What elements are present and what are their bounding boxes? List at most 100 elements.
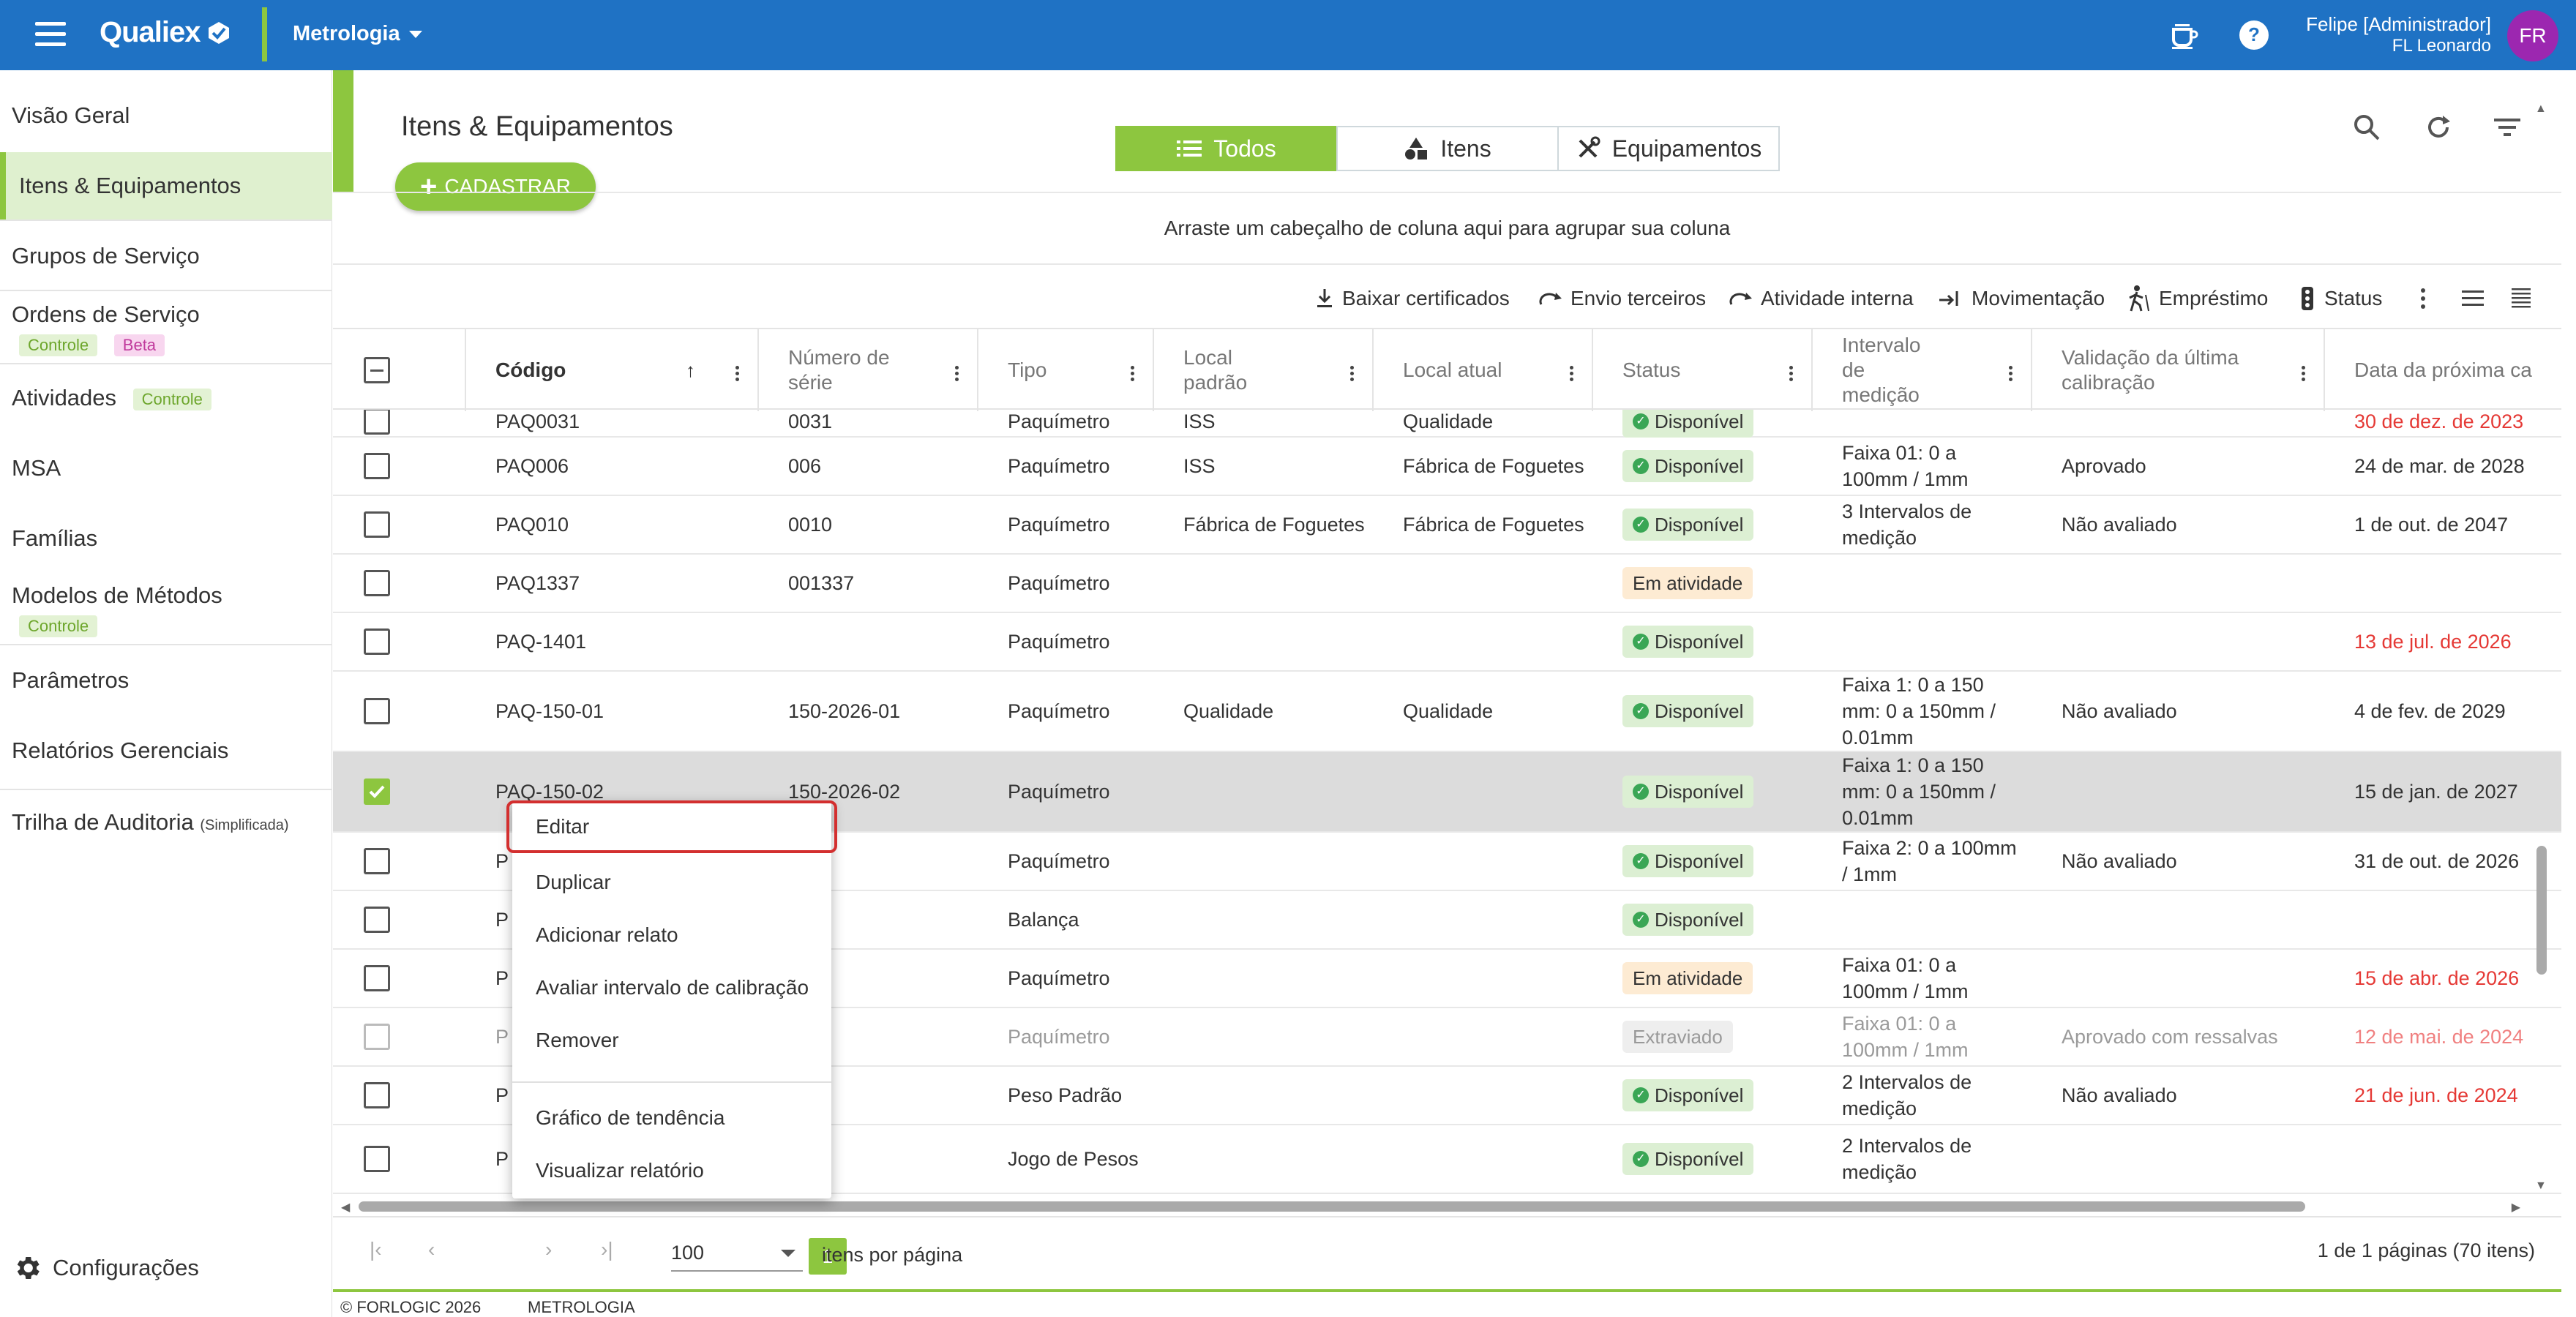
sidebar-item-grupos-servico[interactable]: Grupos de Serviço	[0, 243, 332, 269]
sidebar-item-itens-equipamentos[interactable]: Itens & Equipamentos	[0, 152, 332, 220]
sidebar-item-msa[interactable]: MSA	[0, 455, 332, 481]
tab-todos[interactable]: Todos	[1115, 126, 1338, 171]
tab-equipamentos[interactable]: Equipamentos	[1557, 126, 1780, 171]
column-menu-icon[interactable]	[735, 366, 740, 383]
sidebar-item-modelos-metodos[interactable]: Modelos de Métodos Controle	[0, 582, 332, 638]
row-checkbox[interactable]	[364, 848, 390, 874]
menu-item-adicionar-relato[interactable]: Adicionar relato	[512, 909, 831, 961]
row-checkbox[interactable]	[364, 907, 390, 933]
controle-tag: Controle	[132, 388, 211, 410]
module-selector[interactable]: Metrologia	[293, 22, 422, 46]
first-page-icon[interactable]: |‹	[370, 1238, 382, 1261]
menu-item-remover[interactable]: Remover	[512, 1014, 831, 1067]
row-checkbox[interactable]	[364, 570, 390, 596]
row-checkbox[interactable]	[364, 965, 390, 991]
avatar[interactable]: FR	[2507, 10, 2558, 61]
internal-activity-button[interactable]: Atividade interna	[1729, 284, 1914, 313]
menu-item-duplicar[interactable]: Duplicar	[512, 856, 831, 909]
sidebar-item-trilha-auditoria[interactable]: Trilha de Auditoria (Simplificada)	[0, 809, 332, 836]
density-dense-icon[interactable]	[2510, 284, 2532, 313]
download-certificates-button[interactable]: Baixar certificados	[1314, 284, 1510, 313]
column-header-numero-serie[interactable]: Número de série	[759, 329, 978, 411]
status-button[interactable]: Status	[2298, 284, 2382, 313]
sidebar-item-visao-geral[interactable]: Visão Geral	[0, 102, 332, 129]
sidebar-item-ordens-servico[interactable]: Ordens de Serviço Controle Beta	[0, 301, 332, 357]
menu-item-avaliar-intervalo[interactable]: Avaliar intervalo de calibração	[512, 961, 831, 1014]
movement-button[interactable]: Movimentação	[1938, 284, 2105, 313]
table-row[interactable]: PAQ006 006 Paquímetro ISS Fábrica de Foguete…	[333, 438, 2561, 496]
menu-item-editar[interactable]: Editar	[506, 800, 837, 853]
status-text: Disponível	[1655, 410, 1744, 432]
send-third-party-button[interactable]: Envio terceiros	[1538, 284, 1706, 313]
tab-itens[interactable]: Itens	[1336, 126, 1559, 171]
table-row[interactable]: PAQ-150-01 150-2026-01 Paquímetro Qualidade…	[333, 672, 2561, 752]
next-page-icon[interactable]: ›	[545, 1238, 552, 1261]
prev-page-icon[interactable]: ‹	[428, 1238, 435, 1261]
cell-interval	[1842, 555, 2025, 612]
loan-button[interactable]: Empréstimo	[2127, 284, 2268, 313]
column-menu-icon[interactable]	[1131, 366, 1135, 383]
row-checkbox[interactable]	[364, 1146, 390, 1172]
table-row[interactable]: PAQ0031 0031 Paquímetro ISS Qualidade ✓ Dispon…	[333, 410, 2561, 438]
column-header-proxima-data[interactable]: Data da próxima ca	[2325, 329, 2545, 411]
last-page-icon[interactable]: ›|	[601, 1238, 613, 1261]
column-header-status[interactable]: Status	[1593, 329, 1813, 411]
menu-item-visualizar-relatorio[interactable]: Visualizar relatório	[512, 1144, 831, 1197]
more-options-icon[interactable]	[2419, 284, 2427, 313]
density-compact-icon[interactable]	[2460, 284, 2485, 313]
sort-asc-icon[interactable]: ↑	[686, 358, 695, 383]
help-icon[interactable]: ?	[2236, 18, 2272, 53]
scroll-right-icon[interactable]: ▶	[2512, 1200, 2520, 1215]
app-logo[interactable]: Qualiex	[100, 16, 231, 49]
scroll-left-icon[interactable]: ◀	[341, 1200, 350, 1215]
hamburger-icon[interactable]	[35, 22, 66, 48]
row-checkbox[interactable]	[364, 698, 390, 724]
row-checkbox[interactable]	[364, 410, 390, 435]
column-header-codigo[interactable]: Código ↑	[466, 329, 759, 411]
column-menu-icon[interactable]	[1570, 366, 1574, 383]
user-info[interactable]: Felipe [Administrador] FL Leonardo	[2306, 13, 2491, 57]
column-header-local-padrao[interactable]: Local padrão	[1154, 329, 1374, 411]
table-row[interactable]: PAQ1337 001337 Paquímetro Em atividade	[333, 555, 2561, 613]
table-row[interactable]: PAQ-1401 Paquímetro ✓ Disponível 13 de jul. …	[333, 613, 2561, 672]
row-checkbox[interactable]	[364, 511, 390, 538]
scrollbar-thumb[interactable]	[359, 1201, 2305, 1212]
page-size-select[interactable]: 100	[671, 1235, 803, 1272]
table-row[interactable]: PAQ010 0010 Paquímetro Fábrica de Foguetes F…	[333, 496, 2561, 555]
row-checkbox[interactable]	[364, 1024, 390, 1050]
vertical-scrollbar[interactable]: ▲ ▼	[2534, 102, 2550, 1193]
refresh-icon[interactable]	[2422, 111, 2455, 143]
column-header-intervalo[interactable]: Intervalo de medição	[1813, 329, 2032, 411]
menu-item-grafico-tendencia[interactable]: Gráfico de tendência	[512, 1092, 831, 1144]
column-menu-icon[interactable]	[2009, 366, 2013, 383]
column-header-tipo[interactable]: Tipo	[978, 329, 1154, 411]
kebab-icon	[2421, 288, 2425, 309]
column-header-validacao[interactable]: Validação da última calibração	[2032, 329, 2325, 411]
settings-link[interactable]: Configurações	[12, 1253, 199, 1283]
column-menu-icon[interactable]	[955, 366, 959, 383]
row-checkbox[interactable]	[364, 629, 390, 655]
scrollbar-thumb[interactable]	[2536, 846, 2547, 975]
sidebar-item-atividades[interactable]: Atividades Controle	[0, 385, 332, 411]
cell-validation: Aprovado com ressalvas	[2062, 1008, 2325, 1065]
scroll-up-icon[interactable]: ▲	[2535, 102, 2547, 116]
sidebar: Visão Geral Itens & Equipamentos Grupos …	[0, 70, 332, 1317]
row-checkbox[interactable]	[364, 1082, 390, 1108]
column-menu-icon[interactable]	[1789, 366, 1794, 383]
row-checkbox[interactable]	[364, 453, 390, 479]
sidebar-item-parametros[interactable]: Parâmetros	[0, 667, 332, 694]
coffee-icon[interactable]	[2166, 18, 2201, 53]
group-by-drop-area[interactable]: Arraste um cabeçalho de coluna aqui para…	[333, 192, 2561, 265]
column-menu-icon[interactable]	[2302, 366, 2306, 383]
column-header-local-atual[interactable]: Local atual	[1374, 329, 1593, 411]
horizontal-scrollbar[interactable]: ◀ ▶	[337, 1198, 2525, 1215]
row-checkbox[interactable]	[364, 778, 390, 805]
select-all-checkbox[interactable]	[364, 357, 390, 383]
sidebar-item-relatorios[interactable]: Relatórios Gerenciais	[0, 738, 332, 764]
scroll-down-icon[interactable]: ▼	[2535, 1179, 2547, 1193]
search-icon[interactable]	[2351, 111, 2383, 143]
column-menu-icon[interactable]	[1350, 366, 1355, 383]
cell-status: Em atividade	[1622, 555, 1813, 612]
sidebar-item-familias[interactable]: Famílias	[0, 525, 332, 552]
filter-icon[interactable]	[2491, 111, 2523, 143]
